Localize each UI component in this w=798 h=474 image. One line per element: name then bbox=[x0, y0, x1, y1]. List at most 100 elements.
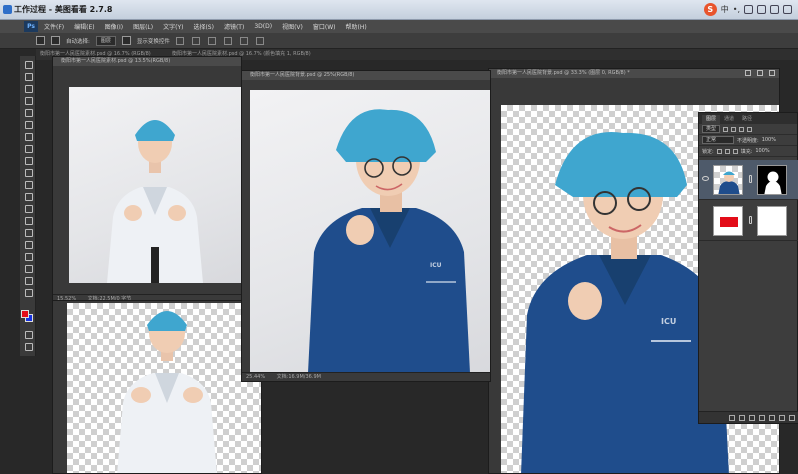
ps-menubar: Ps 文件(F) 编辑(E) 图像(I) 图层(L) 文字(Y) 选择(S) 滤… bbox=[0, 20, 798, 33]
type-tool-icon[interactable] bbox=[23, 240, 33, 249]
quick-mask-icon[interactable] bbox=[23, 330, 33, 339]
show-transform-checkbox[interactable] bbox=[121, 36, 131, 45]
trash-icon[interactable] bbox=[789, 414, 795, 421]
canvas-area[interactable]: ICU bbox=[250, 90, 490, 373]
fill-value[interactable]: 100% bbox=[755, 148, 769, 154]
zoom-level[interactable]: 25.44% bbox=[246, 374, 265, 380]
options-bar: 自动选择: 图层 显示变换控件 bbox=[0, 33, 798, 49]
canvas-area[interactable] bbox=[67, 303, 261, 473]
brush-tool-icon[interactable] bbox=[23, 144, 33, 153]
mask-link-icon[interactable] bbox=[749, 175, 752, 183]
align-middle-icon[interactable] bbox=[191, 36, 200, 45]
menu-help[interactable]: 帮助(H) bbox=[346, 22, 367, 31]
zoom-tool-icon[interactable] bbox=[23, 288, 33, 297]
healing-brush-tool-icon[interactable] bbox=[23, 132, 33, 141]
shape-tool-icon[interactable] bbox=[23, 264, 33, 273]
adjustment-layer-icon[interactable] bbox=[759, 414, 765, 421]
keyboard-icon[interactable] bbox=[757, 5, 766, 14]
layer-mask-thumbnail[interactable] bbox=[757, 165, 787, 195]
ime-toolbar[interactable]: S 中 •, bbox=[703, 3, 792, 16]
menu-window[interactable]: 窗口(W) bbox=[313, 22, 336, 31]
screen-mode-icon[interactable] bbox=[23, 342, 33, 351]
auto-select-dropdown[interactable]: 图层 bbox=[95, 35, 116, 46]
tab-layers[interactable]: 图层 bbox=[702, 115, 721, 124]
history-brush-tool-icon[interactable] bbox=[23, 168, 33, 177]
layer-mask-thumbnail[interactable] bbox=[757, 206, 787, 236]
minimize-icon[interactable] bbox=[745, 70, 751, 76]
lock-position-icon[interactable] bbox=[724, 148, 730, 154]
show-transform-label: 显示变换控件 bbox=[136, 38, 170, 45]
document-window-center[interactable]: 衡阳市第一人民医院背景.psd @ 25%(RGB/8) ICU 25.44% … bbox=[241, 70, 491, 382]
close-icon[interactable] bbox=[769, 70, 775, 76]
layer-filter-dropdown[interactable]: 类型 bbox=[702, 125, 721, 133]
ps-logo-icon: Ps bbox=[24, 21, 38, 32]
hand-tool-icon[interactable] bbox=[23, 276, 33, 285]
menu-layer[interactable]: 图层(L) bbox=[133, 22, 153, 31]
sogou-logo-icon[interactable]: S bbox=[703, 3, 717, 16]
document-window-left-top[interactable]: 衡阳市第一人民医院素材.psd @ 13.5%(RGB/8) 15.52% 文档… bbox=[52, 56, 242, 304]
eraser-tool-icon[interactable] bbox=[23, 180, 33, 189]
lasso-tool-icon[interactable] bbox=[23, 84, 33, 93]
maximize-icon[interactable] bbox=[757, 70, 763, 76]
blend-mode-dropdown[interactable]: 正常 bbox=[702, 136, 734, 144]
crop-tool-icon[interactable] bbox=[23, 108, 33, 117]
gradient-tool-icon[interactable] bbox=[23, 192, 33, 201]
document-window-left-bottom[interactable] bbox=[52, 300, 262, 474]
tab-paths[interactable]: 路径 bbox=[738, 115, 756, 124]
lock-all-icon[interactable] bbox=[732, 148, 738, 154]
align-bottom-icon[interactable] bbox=[207, 36, 216, 45]
ime-lang-toggle[interactable]: 中 bbox=[721, 4, 729, 15]
tab-channels[interactable]: 通道 bbox=[720, 115, 738, 124]
clone-stamp-tool-icon[interactable] bbox=[23, 156, 33, 165]
menu-file[interactable]: 文件(F) bbox=[44, 22, 64, 31]
document-title[interactable]: 衡阳市第一人民医院背景.psd @ 25%(RGB/8) bbox=[242, 71, 490, 80]
canvas-area[interactable] bbox=[69, 87, 241, 283]
person-white-coat-cutout bbox=[117, 311, 217, 473]
foreground-color-swatch[interactable] bbox=[21, 310, 29, 318]
app-icon bbox=[3, 5, 12, 14]
align-top-icon[interactable] bbox=[175, 36, 184, 45]
path-selection-tool-icon[interactable] bbox=[23, 252, 33, 261]
toolbox-icon[interactable] bbox=[783, 5, 792, 14]
align-left-icon[interactable] bbox=[223, 36, 232, 45]
visibility-eye-icon[interactable] bbox=[702, 176, 709, 181]
mask-link-icon[interactable] bbox=[749, 216, 752, 224]
new-layer-icon[interactable] bbox=[779, 414, 785, 421]
magic-wand-tool-icon[interactable] bbox=[23, 96, 33, 105]
document-title[interactable]: 衡阳市第一人民医院素材.psd @ 13.5%(RGB/8) bbox=[53, 57, 241, 66]
align-center-icon[interactable] bbox=[239, 36, 248, 45]
filter-adjust-icon[interactable] bbox=[731, 126, 737, 132]
person-blue-scrubs-photo bbox=[308, 109, 470, 373]
opacity-value[interactable]: 100% bbox=[762, 137, 776, 143]
link-layers-icon[interactable] bbox=[729, 414, 735, 421]
move-tool-icon[interactable] bbox=[36, 36, 45, 45]
move-tool-icon[interactable] bbox=[23, 60, 33, 69]
filter-type-icon[interactable] bbox=[739, 126, 745, 132]
menu-view[interactable]: 视图(V) bbox=[282, 22, 303, 31]
align-right-icon[interactable] bbox=[255, 36, 264, 45]
ime-punct-toggle[interactable]: •, bbox=[733, 5, 740, 14]
menu-edit[interactable]: 编辑(E) bbox=[74, 22, 94, 31]
blur-tool-icon[interactable] bbox=[23, 204, 33, 213]
dodge-tool-icon[interactable] bbox=[23, 216, 33, 225]
menu-select[interactable]: 选择(S) bbox=[193, 22, 214, 31]
layer-style-icon[interactable] bbox=[739, 414, 745, 421]
layer-row-color-fill[interactable] bbox=[699, 201, 798, 241]
menu-image[interactable]: 图像(I) bbox=[105, 22, 123, 31]
skin-icon[interactable] bbox=[770, 5, 779, 14]
filter-shape-icon[interactable] bbox=[747, 126, 753, 132]
filter-pixel-icon[interactable] bbox=[723, 126, 729, 132]
eyedropper-tool-icon[interactable] bbox=[23, 120, 33, 129]
auto-select-checkbox[interactable] bbox=[51, 36, 60, 45]
marquee-tool-icon[interactable] bbox=[23, 72, 33, 81]
menu-3d[interactable]: 3D(D) bbox=[254, 23, 272, 30]
menu-filter[interactable]: 滤镜(T) bbox=[224, 22, 244, 31]
add-mask-icon[interactable] bbox=[749, 414, 755, 421]
pen-tool-icon[interactable] bbox=[23, 228, 33, 237]
lock-pixels-icon[interactable] bbox=[716, 148, 722, 154]
microphone-icon[interactable] bbox=[744, 5, 753, 14]
new-group-icon[interactable] bbox=[769, 414, 775, 421]
document-title[interactable]: 衡阳市第一人民医院背景.psd @ 33.3% (图层 0, RGB/8) * bbox=[489, 69, 779, 78]
layer-row-photo[interactable] bbox=[699, 160, 798, 200]
menu-type[interactable]: 文字(Y) bbox=[163, 22, 183, 31]
